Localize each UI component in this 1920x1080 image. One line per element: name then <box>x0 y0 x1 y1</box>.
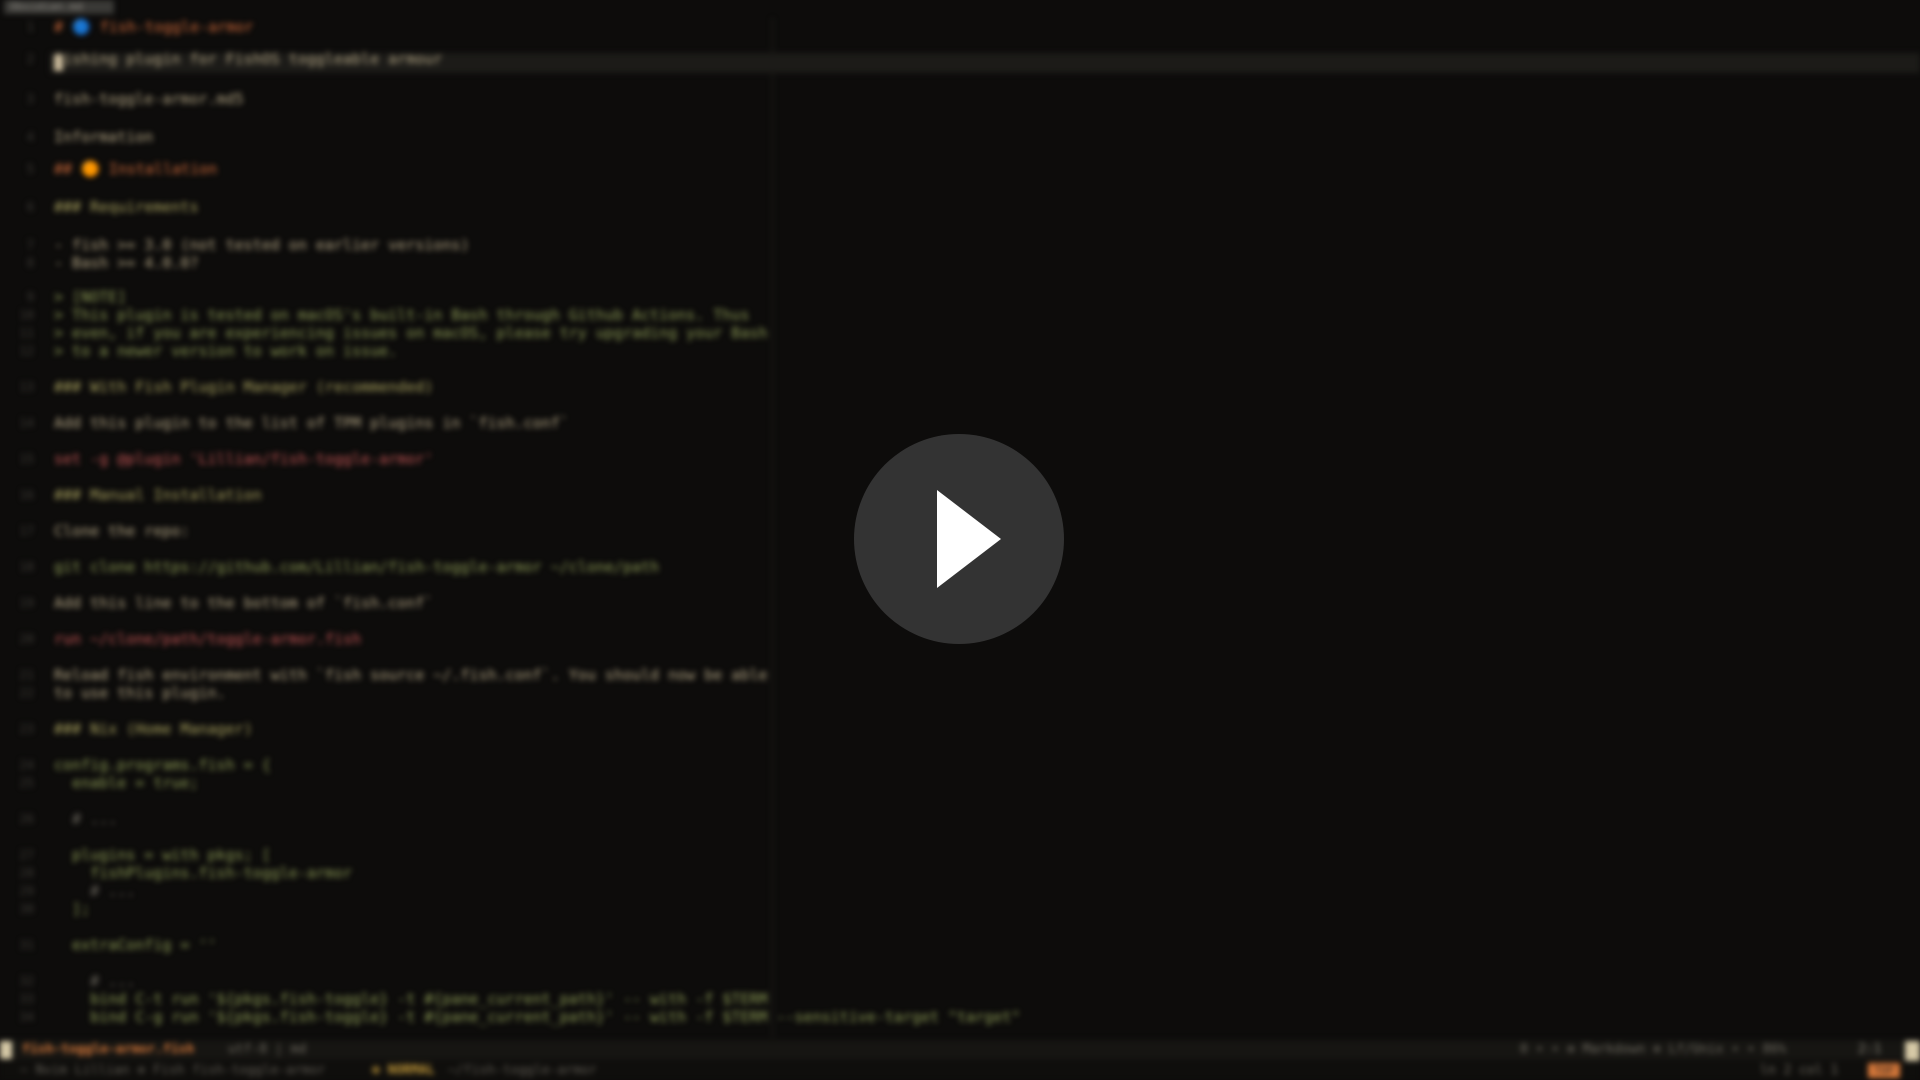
line-number: 14 <box>19 416 34 430</box>
editor-line[interactable]: Information <box>54 128 153 146</box>
editor-line[interactable]: # ... <box>54 810 117 828</box>
editor-line[interactable]: Add this line to the bottom of `fish.con… <box>54 594 433 612</box>
editor-line[interactable]: fishPlugins.fish-toggle-armor <box>54 864 352 882</box>
line-number: 27 <box>19 848 34 862</box>
column-ruler <box>772 18 773 1038</box>
line-number: 9 <box>26 290 34 304</box>
line-number: 7 <box>26 238 34 252</box>
line-number: 13 <box>19 380 34 394</box>
editor-line[interactable]: set -g @plugin 'Lillian/fish-toggle-armo… <box>54 450 433 468</box>
line-number: 29 <box>19 884 34 898</box>
line-number: 17 <box>19 524 34 538</box>
line-number: 22 <box>19 686 34 700</box>
line-number: 4 <box>26 130 34 144</box>
status-filename: fish-toggle-armor.fish <box>22 1042 195 1057</box>
line-number: 23 <box>19 722 34 736</box>
line-number: 26 <box>19 812 34 826</box>
editor-line[interactable]: # 🔵 fish-toggle-armor <box>54 18 253 36</box>
line-number: 31 <box>19 938 34 952</box>
line-number: 8 <box>26 256 34 270</box>
editor-line[interactable]: bind C-t run '${pkgs.fish-toggle} -t #{p… <box>54 990 767 1008</box>
line-number: 12 <box>19 344 34 358</box>
editor-line[interactable]: # ... <box>54 882 135 900</box>
status-format: utf-8 | md <box>228 1042 307 1057</box>
command-line[interactable]: ~ Nvim Lillian ⊕ Fish fish-toggle-armor … <box>0 1061 1920 1080</box>
editor-line[interactable]: > even, if you are experiencing issues o… <box>54 324 767 342</box>
line-number-gutter: 1 2 3 4 5 6 7 8 9 10 11 12 13 14 15 16 17 18 19 20 21 22 23 24 2… <box>0 14 50 1038</box>
status-bar: fish-toggle-armor.fish utf-8 | md 0 ∙ ∙ … <box>0 1040 1920 1060</box>
line-number: 16 <box>19 488 34 502</box>
line-number: 5 <box>26 162 34 176</box>
line-number: 24 <box>19 758 34 772</box>
line-number: 1 <box>26 20 34 34</box>
editor-line[interactable]: Add this plugin to the list of TPM plugi… <box>54 414 569 432</box>
editor-line[interactable]: > [NOTE] <box>54 288 126 306</box>
line-number: 3 <box>26 92 34 106</box>
text-cursor <box>54 55 63 71</box>
editor-line[interactable]: ### Nix (Home Manager) <box>54 720 253 738</box>
editor-line[interactable]: to use this plugin. <box>54 684 226 702</box>
editor-line[interactable]: # ... <box>54 972 135 990</box>
editor-line[interactable]: fish-toggle-armor.md5 <box>54 90 244 108</box>
line-number: 28 <box>19 866 34 880</box>
editor-line[interactable]: - Bash >= 4.0.0? <box>54 254 199 272</box>
line-number: 19 <box>19 596 34 610</box>
editor-line[interactable]: enable = true; <box>54 774 198 792</box>
editor-line[interactable]: git clone https://github.com/Lillian/fis… <box>54 558 659 576</box>
editor-line[interactable]: extraConfig = '' <box>54 936 217 954</box>
line-number: 20 <box>19 632 34 646</box>
line-number: 18 <box>19 560 34 574</box>
editor-line[interactable]: run ~/clone/path/toggle-armor.fish <box>54 630 361 648</box>
editor-line[interactable]: > to a newer version to work on issue. <box>54 342 397 360</box>
play-icon <box>937 490 1001 588</box>
line-number: 6 <box>26 200 34 214</box>
editor-line[interactable]: ]; <box>54 900 90 918</box>
cursor-position: ln 2 col 1 <box>1760 1063 1839 1078</box>
editor-line[interactable]: ### With Fish Plugin Manager (recommende… <box>54 378 433 396</box>
editor-line[interactable]: ### Requirements <box>54 198 199 216</box>
editor-line[interactable]: ### Manual Installation <box>54 486 262 504</box>
line-number: 15 <box>19 452 34 466</box>
editor-line[interactable]: Clone the repo: <box>54 522 189 540</box>
scroll-position-badge: TOP <box>1868 1063 1900 1078</box>
editor-line[interactable]: plugins = with pkgs; [ <box>54 846 271 864</box>
line-number: 33 <box>19 992 34 1006</box>
editor-line[interactable]: - fish >= 3.0 (not tested on earlier ver… <box>54 236 469 254</box>
line-number: 34 <box>19 1010 34 1024</box>
mode-detail: ~/fish-toggle-armor <box>448 1063 597 1078</box>
editor-line[interactable]: > This plugin is tested on macOS's built… <box>54 306 749 324</box>
status-info: 0 ∙ ∙ ⊕ Markdown ⊗ Lf/Unix ∙ ∙ 86% <box>1520 1042 1787 1057</box>
mode-label: ⊗ NORMAL <box>372 1063 435 1078</box>
line-number: 10 <box>19 308 34 322</box>
line-number: 2 <box>26 52 34 66</box>
line-number: 30 <box>19 902 34 916</box>
mode-indicator <box>0 1041 12 1059</box>
line-number: 21 <box>19 668 34 682</box>
editor-line[interactable]: config.programs.fish = { <box>54 756 271 774</box>
cmdline-path: ~ Nvim Lillian ⊕ Fish fish-toggle-armor <box>20 1063 326 1078</box>
status-position: 2:1 <box>1858 1042 1882 1057</box>
line-number: 32 <box>19 974 34 988</box>
line-number: 11 <box>19 326 34 340</box>
editor-line[interactable]: Fishing plugin for FishOS toggleable arm… <box>54 50 442 68</box>
editor-line[interactable]: ## 🟠 Installation <box>54 160 217 178</box>
editor-line[interactable]: bind C-g run '${pkgs.fish-toggle} -t #{p… <box>54 1008 1020 1026</box>
line-number: 25 <box>19 776 34 790</box>
editor-line[interactable]: Reload fish environment with `fish sourc… <box>54 666 767 684</box>
window-tab: Obsidian.md <box>4 0 114 14</box>
